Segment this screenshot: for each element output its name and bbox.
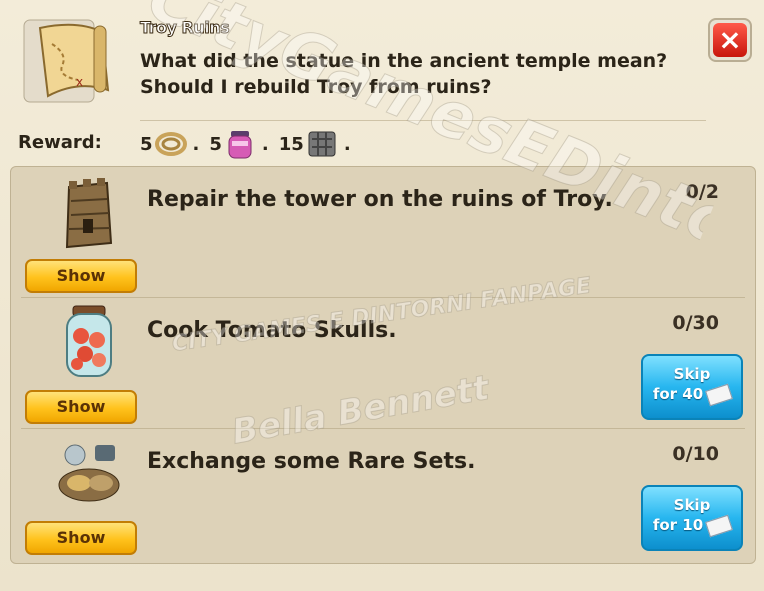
skip-label: Skip [673,365,711,383]
task-row: Cook Tomato Skulls. 0/30 Show Skip for 4… [11,298,755,428]
skip-button[interactable]: Skip for 40 [641,354,743,420]
task-list: Repair the tower on the ruins of Troy. 0… [10,166,756,564]
jar-icon [228,131,252,159]
ticket-icon [705,514,734,537]
task-progress: 0/2 [685,181,719,203]
show-button[interactable]: Show [25,390,137,424]
task-description: Repair the tower on the ruins of Troy. [147,187,613,212]
reward-amount: 15 [278,133,304,155]
show-button[interactable]: Show [25,259,137,293]
quest-title: Troy Ruins [139,18,230,38]
skip-cost: for 40 [652,385,704,403]
task-progress: 0/10 [672,443,719,465]
task-description: Cook Tomato Skulls. [147,318,397,343]
close-button[interactable]: × [708,18,752,62]
rare-set-icon [49,433,129,513]
skip-button[interactable]: Skip for 10 [641,485,743,551]
task-description: Exchange some Rare Sets. [147,449,476,474]
task-row: Repair the tower on the ruins of Troy. 0… [11,167,755,297]
reward-label: Reward: [18,132,102,153]
rope-icon [154,132,187,156]
reward-amount: 5 [140,133,153,155]
skip-cost: for 10 [652,516,704,534]
reward-amount: 5 [209,133,222,155]
skip-label: Skip [673,496,711,514]
tower-icon [49,173,129,253]
ticket-icon [705,383,734,406]
scroll-map-icon: x [18,14,126,110]
task-progress: 0/30 [672,312,719,334]
tomato-jar-icon [49,302,129,382]
show-button[interactable]: Show [25,521,137,555]
close-icon: × [713,23,747,57]
task-row: Exchange some Rare Sets. 0/10 Show Skip … [11,429,755,559]
quest-description: What did the statue in the ancient templ… [140,50,668,98]
svg-text:x: x [76,75,83,89]
header-divider [140,120,706,121]
stone-block-icon [308,131,336,157]
quest-dialog: x Troy Ruins What did the statue in the … [0,0,764,591]
reward-list: 5 . 5 . 15 . [140,124,361,164]
